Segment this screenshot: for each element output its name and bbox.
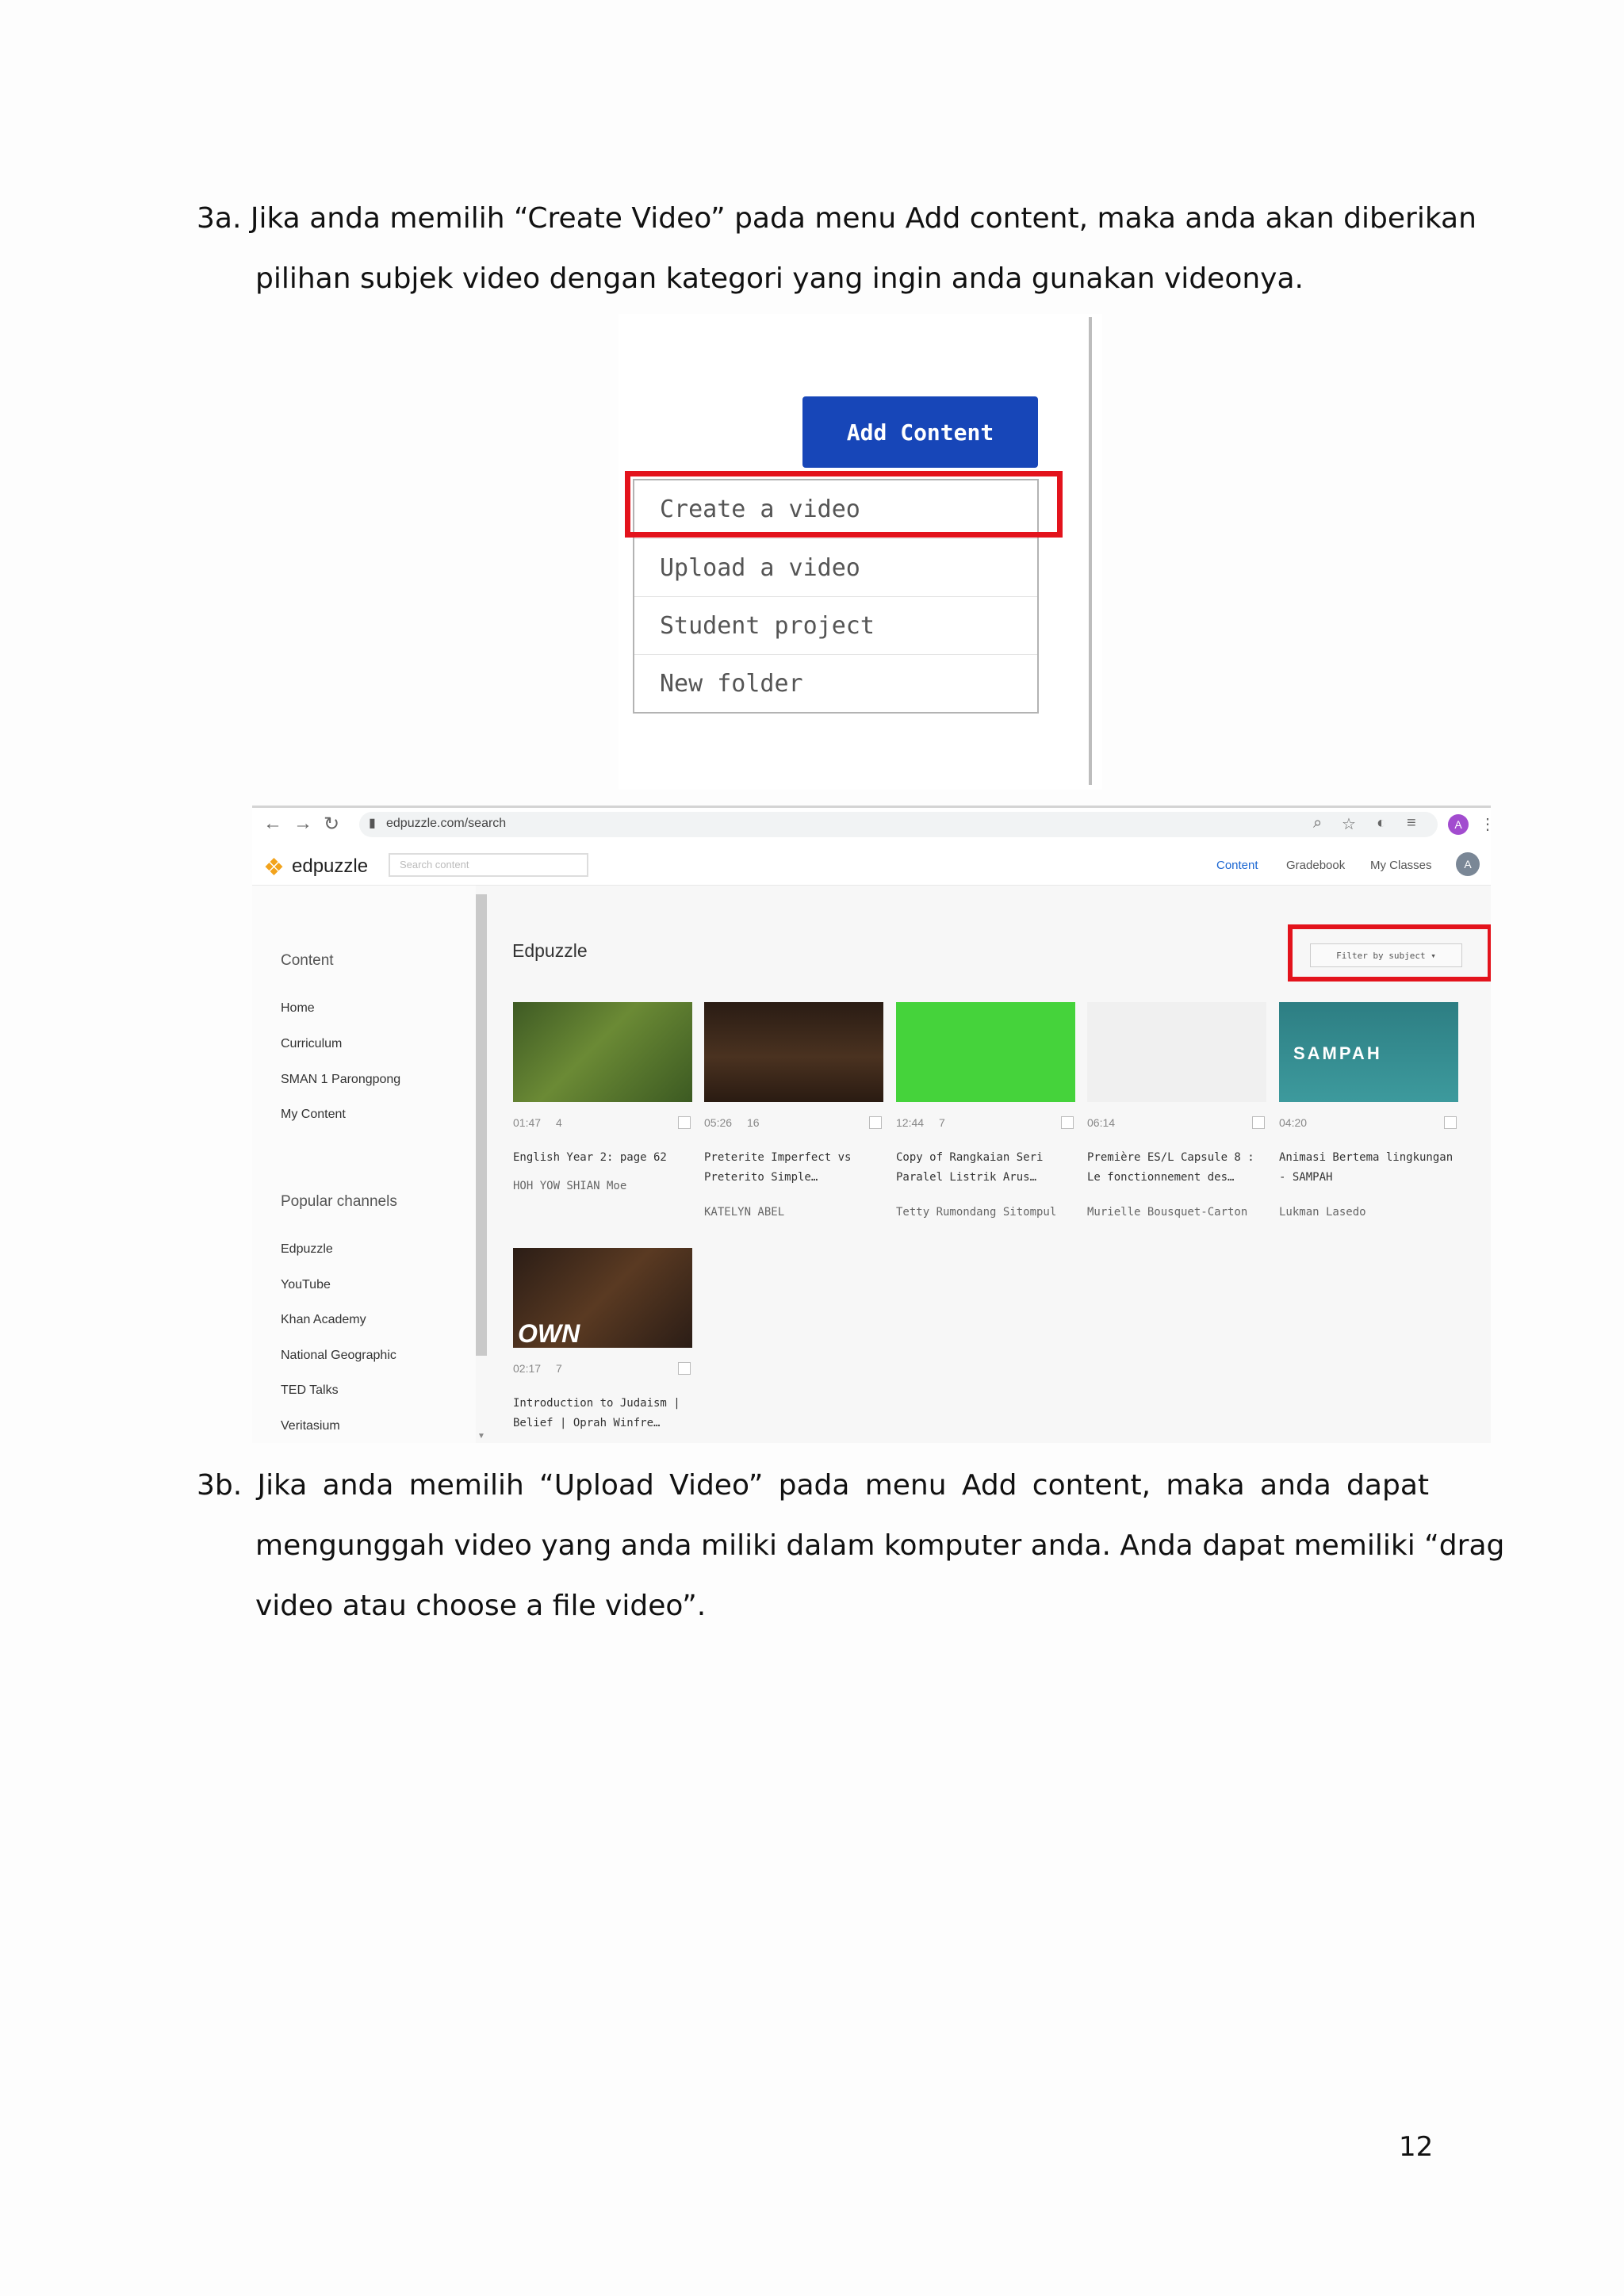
video-author: Tetty Rumondang Sitompul: [896, 1206, 1057, 1219]
lock-icon: ▮: [369, 817, 376, 830]
nav-gradebook[interactable]: Gradebook: [1286, 859, 1345, 872]
back-icon[interactable]: ←: [263, 813, 282, 835]
paragraph-3a-line-2: pilihan subjek video dengan kategori yan…: [255, 262, 1304, 295]
sidebar-item-ted-talks[interactable]: TED Talks: [281, 1383, 339, 1398]
video-author: HOH YOW SHIAN Moe: [513, 1180, 627, 1192]
thumbnail-text: OWN: [518, 1319, 580, 1348]
logo[interactable]: edpuzzle: [292, 855, 368, 878]
sidebar-item-veritasium[interactable]: Veritasium: [281, 1419, 340, 1433]
edpuzzle-browser-screenshot: ← → ↻ ▮ edpuzzle.com/search ⌕ ☆ ◐ ≡ A ⋮ …: [252, 806, 1491, 1443]
select-checkbox[interactable]: [1061, 1116, 1074, 1129]
video-thumbnail[interactable]: [704, 1002, 883, 1102]
video-duration: 12:44: [896, 1116, 925, 1129]
video-thumbnail[interactable]: [1087, 1002, 1266, 1102]
video-thumbnail[interactable]: [513, 1002, 692, 1102]
search-placeholder: Search content: [400, 859, 469, 871]
video-title[interactable]: Copy of Rangkaian Seri Paralel Listrik A…: [896, 1148, 1075, 1188]
sidebar-item-youtube[interactable]: YouTube: [281, 1278, 331, 1292]
paragraph-3a-line-1: 3a. Jika anda memilih “Create Video” pad…: [197, 202, 1477, 235]
video-duration: 01:47: [513, 1116, 542, 1129]
video-author: KATELYN ABEL: [704, 1206, 785, 1219]
highlight-filter-by-subject: [1288, 924, 1491, 982]
edpuzzle-logo-icon: ❖: [263, 855, 285, 881]
sidebar-item-national-geographic[interactable]: National Geographic: [281, 1349, 396, 1363]
video-title[interactable]: Animasi Bertema lingkungan - SAMPAH: [1279, 1148, 1458, 1188]
highlight-create-video: [625, 471, 1063, 538]
nav-my-classes[interactable]: My Classes: [1370, 859, 1432, 872]
question-count: 4: [556, 1116, 562, 1129]
question-count: 7: [556, 1362, 562, 1375]
video-thumbnail[interactable]: OWN: [513, 1248, 692, 1348]
sidebar-item-my-content[interactable]: My Content: [281, 1108, 346, 1122]
video-thumbnail[interactable]: [896, 1002, 1075, 1102]
thumbnail-text: SAMPAH: [1293, 1043, 1382, 1063]
select-checkbox[interactable]: [678, 1116, 691, 1129]
video-duration: 04:20: [1279, 1116, 1308, 1129]
menu-item-new-folder[interactable]: New folder: [634, 654, 1037, 712]
scrollbar[interactable]: [476, 894, 487, 1356]
scroll-down-icon[interactable]: ▼: [476, 1432, 487, 1441]
app-header: ❖ edpuzzle Search content Content Gradeb…: [252, 841, 1491, 886]
menu-item-student-project[interactable]: Student project: [634, 596, 1037, 654]
zoom-icon[interactable]: ⌕: [1313, 814, 1322, 832]
video-author: Lukman Lasedo: [1279, 1206, 1366, 1219]
video-thumbnail[interactable]: SAMPAH: [1279, 1002, 1458, 1102]
select-checkbox[interactable]: [1444, 1116, 1457, 1129]
paragraph-3b-line-3: video atau choose a file video”.: [255, 1590, 707, 1622]
sidebar-item-home[interactable]: Home: [281, 1001, 315, 1016]
video-title[interactable]: Introduction to Judaism | Belief | Oprah…: [513, 1394, 692, 1433]
add-content-button[interactable]: Add Content: [802, 396, 1038, 468]
video-duration: 05:26: [704, 1116, 733, 1129]
video-duration: 02:17: [513, 1362, 542, 1375]
page-number: 12: [1399, 2131, 1434, 2163]
sidebar-item-edpuzzle[interactable]: Edpuzzle: [281, 1242, 333, 1257]
sidebar-heading-channels: Popular channels: [281, 1193, 397, 1210]
user-avatar[interactable]: A: [1456, 852, 1480, 876]
sidebar-item-khan-academy[interactable]: Khan Academy: [281, 1313, 366, 1327]
address-bar[interactable]: ▮ edpuzzle.com/search: [359, 812, 1438, 837]
search-input[interactable]: Search content: [389, 853, 588, 877]
add-content-dropdown-screenshot: Add Content Create a video Upload a vide…: [619, 314, 1102, 790]
menu-icon[interactable]: ⋮: [1480, 814, 1491, 834]
video-author: Murielle Bousquet-Carton: [1087, 1206, 1248, 1219]
sidebar-heading-content: Content: [281, 952, 334, 969]
paragraph-3b: 3b. Jika anda memilih “Upload Video” pad…: [197, 1456, 1505, 1636]
nav-content[interactable]: Content: [1216, 859, 1258, 872]
profile-avatar[interactable]: A: [1448, 814, 1469, 835]
divider: [1089, 317, 1092, 785]
extension-icon[interactable]: ◐: [1377, 814, 1386, 832]
video-title[interactable]: Première ES/L Capsule 8 : Le fonctionnem…: [1087, 1148, 1266, 1188]
video-duration: 06:14: [1087, 1116, 1116, 1129]
question-count: 16: [747, 1116, 760, 1129]
menu-item-upload-video[interactable]: Upload a video: [634, 538, 1037, 596]
select-checkbox[interactable]: [678, 1362, 691, 1375]
sidebar-item-sman[interactable]: SMAN 1 Parongpong: [281, 1073, 400, 1087]
paragraph-3a: 3a. Jika anda memilih “Create Video” pad…: [197, 189, 1477, 309]
sidebar-item-curriculum[interactable]: Curriculum: [281, 1037, 342, 1051]
star-icon[interactable]: ☆: [1342, 814, 1356, 834]
url-text: edpuzzle.com/search: [386, 817, 507, 830]
video-title[interactable]: English Year 2: page 62: [513, 1148, 692, 1168]
question-count: 7: [939, 1116, 945, 1129]
reload-icon[interactable]: ↻: [324, 813, 339, 836]
browser-toolbar: ← → ↻ ▮ edpuzzle.com/search ⌕ ☆ ◐ ≡ A ⋮: [252, 808, 1491, 841]
video-title[interactable]: Preterite Imperfect vs Preterito Simple…: [704, 1148, 883, 1188]
paragraph-3b-line-1: 3b. Jika anda memilih “Upload Video” pad…: [197, 1469, 1429, 1502]
forward-icon[interactable]: →: [293, 813, 312, 835]
paragraph-3b-line-2: mengunggah video yang anda miliki dalam …: [255, 1529, 1505, 1562]
sidebar: Content Home Curriculum SMAN 1 Parongpon…: [252, 886, 476, 1443]
select-checkbox[interactable]: [869, 1116, 882, 1129]
main-title: Edpuzzle: [512, 940, 588, 961]
select-checkbox[interactable]: [1252, 1116, 1265, 1129]
media-icon[interactable]: ≡: [1407, 814, 1416, 832]
